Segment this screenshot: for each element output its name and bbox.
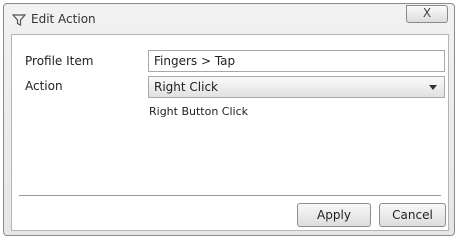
action-dropdown[interactable]: Right Click bbox=[148, 76, 445, 98]
cancel-button[interactable]: Cancel bbox=[379, 203, 446, 227]
edit-action-dialog: Edit Action X Profile Item Fingers > Tap… bbox=[3, 3, 455, 236]
chevron-down-icon[interactable] bbox=[429, 85, 437, 90]
apply-button[interactable]: Apply bbox=[297, 203, 371, 227]
profile-item-field[interactable]: Fingers > Tap bbox=[148, 50, 445, 72]
action-description: Right Button Click bbox=[149, 105, 249, 118]
funnel-icon bbox=[12, 14, 26, 26]
close-button[interactable]: X bbox=[406, 5, 448, 23]
action-label: Action bbox=[25, 79, 63, 93]
profile-item-value: Fingers > Tap bbox=[154, 54, 236, 68]
window-title: Edit Action bbox=[31, 12, 96, 26]
title-bar[interactable]: Edit Action X bbox=[4, 4, 454, 34]
close-icon: X bbox=[422, 6, 432, 20]
dialog-content: Profile Item Fingers > Tap Action Right … bbox=[11, 34, 449, 231]
divider bbox=[19, 195, 441, 196]
action-selected-value: Right Click bbox=[154, 80, 219, 94]
profile-item-label: Profile Item bbox=[25, 54, 94, 68]
